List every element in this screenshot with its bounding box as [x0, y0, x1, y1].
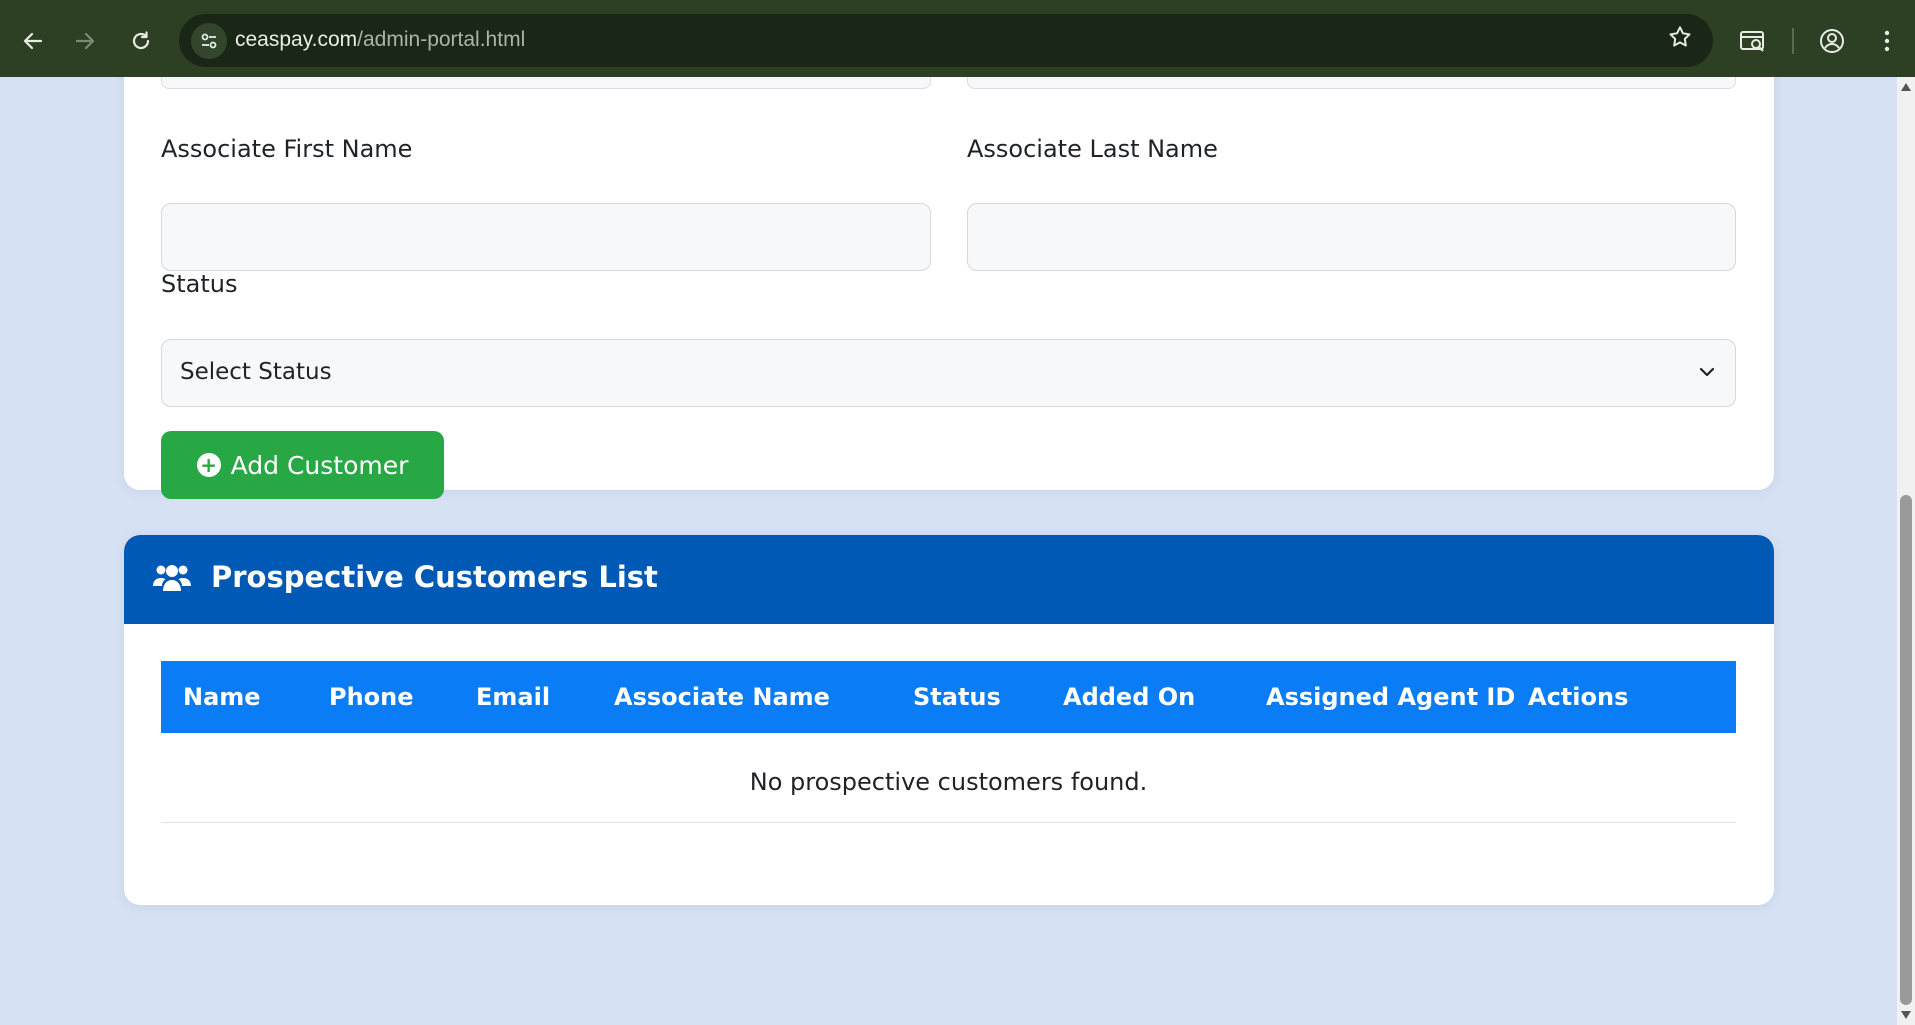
browser-toolbar: ceaspay.com/admin-portal.html: [0, 0, 1915, 77]
column-header-assigned-agent-id: Assigned Agent ID: [1266, 683, 1516, 711]
scroll-up-arrow-icon[interactable]: [1901, 83, 1911, 91]
plus-circle-icon: +: [196, 453, 221, 477]
prospective-customers-card: Prospective Customers List Name Phone Em…: [124, 535, 1774, 905]
column-header-actions: Actions: [1528, 683, 1629, 711]
profile-icon[interactable]: [1813, 22, 1851, 60]
bookmark-star-icon[interactable]: [1667, 24, 1693, 57]
page-scrollbar[interactable]: [1897, 77, 1915, 1025]
address-bar[interactable]: ceaspay.com/admin-portal.html: [179, 14, 1713, 67]
column-header-status: Status: [913, 683, 1001, 711]
column-header-associate-name: Associate Name: [614, 683, 830, 711]
list-header: Prospective Customers List: [124, 535, 1774, 624]
users-icon: [153, 565, 191, 591]
table-empty-row: No prospective customers found.: [161, 733, 1736, 823]
status-label: Status: [161, 270, 238, 298]
column-header-email: Email: [476, 683, 551, 711]
previous-field-input-left[interactable]: [161, 77, 931, 89]
empty-message: No prospective customers found.: [749, 768, 1148, 796]
scroll-down-arrow-icon[interactable]: [1901, 1011, 1911, 1019]
associate-last-name-input[interactable]: [967, 203, 1736, 271]
menu-icon[interactable]: [1868, 22, 1906, 60]
column-header-phone: Phone: [329, 683, 414, 711]
chevron-down-icon: [1699, 367, 1715, 377]
list-title: Prospective Customers List: [211, 560, 658, 594]
add-customer-form-card: Associate First Name Associate Last Name…: [124, 77, 1774, 499]
previous-field-input-right[interactable]: [967, 77, 1736, 89]
url-text: ceaspay.com/admin-portal.html: [235, 28, 525, 52]
forward-icon[interactable]: [66, 22, 104, 60]
url-path: /admin-portal.html: [357, 28, 526, 51]
column-header-name: Name: [183, 683, 261, 711]
associate-first-name-input[interactable]: [161, 203, 931, 271]
column-header-added-on: Added On: [1063, 683, 1196, 711]
status-select[interactable]: Select Status: [161, 339, 1736, 407]
status-select-value: Select Status: [180, 359, 332, 385]
tab-search-icon[interactable]: [1734, 22, 1772, 60]
reload-icon[interactable]: [122, 22, 160, 60]
add-customer-button[interactable]: + Add Customer: [161, 431, 444, 499]
back-icon[interactable]: [14, 22, 52, 60]
site-info-icon[interactable]: [191, 23, 227, 59]
toolbar-separator: [1792, 28, 1794, 54]
url-domain: ceaspay.com: [235, 28, 358, 51]
table-header-row: Name Phone Email Associate Name Status A…: [161, 661, 1736, 733]
scrollbar-thumb[interactable]: [1900, 495, 1912, 1005]
page-viewport: Associate First Name Associate Last Name…: [0, 77, 1897, 1025]
associate-last-name-label: Associate Last Name: [967, 135, 1218, 163]
associate-first-name-label: Associate First Name: [161, 135, 413, 163]
add-customer-button-label: Add Customer: [230, 450, 409, 480]
